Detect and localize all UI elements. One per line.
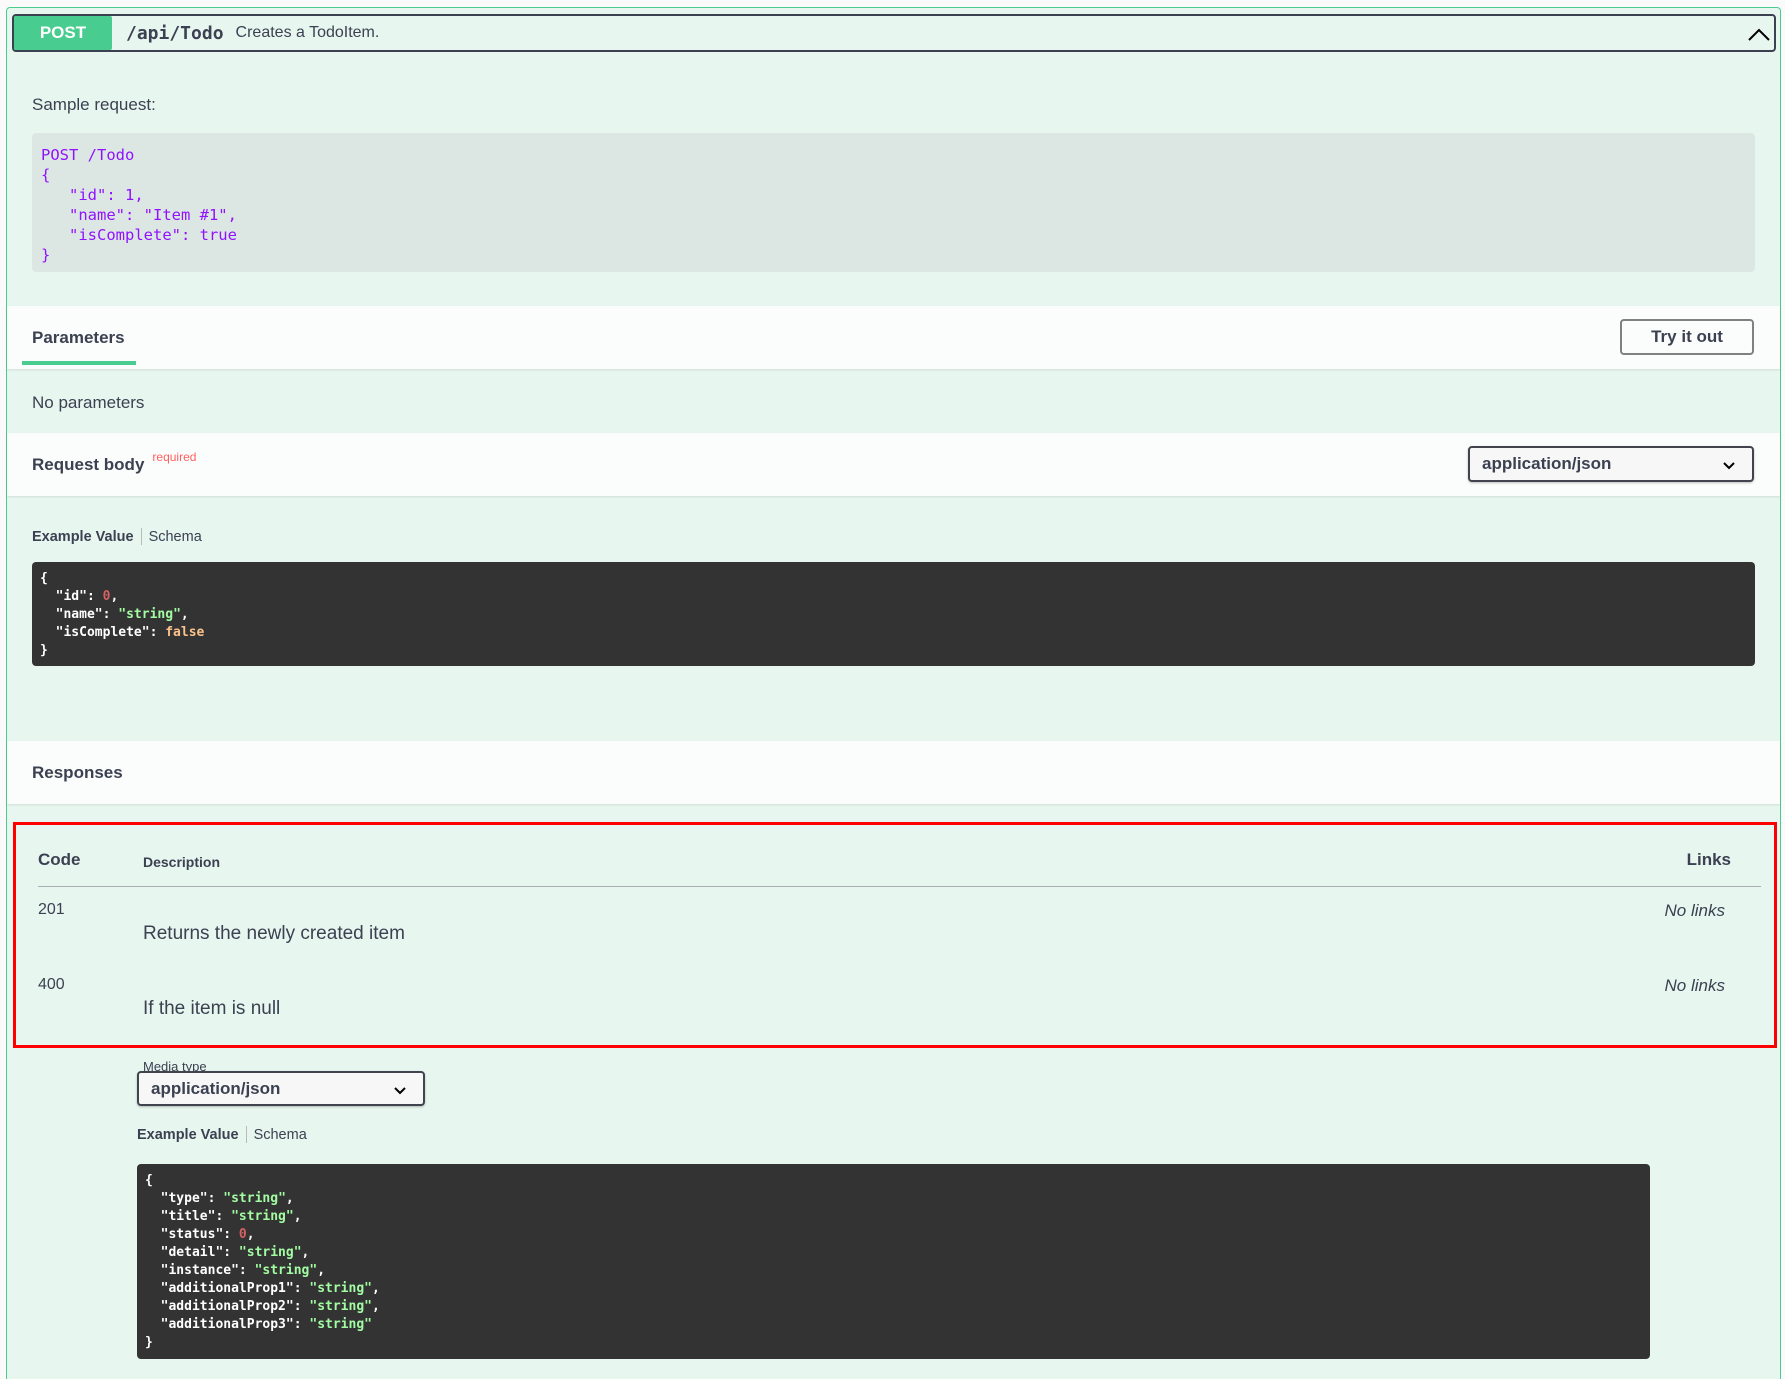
operation-block-post-todo: POST /api/Todo Creates a TodoItem. Sampl…: [6, 7, 1781, 1379]
code-line: "additionalProp1": "string",: [145, 1281, 380, 1296]
tab-example-value[interactable]: Example Value: [137, 1127, 239, 1143]
try-it-out-button[interactable]: Try it out: [1620, 319, 1754, 355]
no-parameters-text: No parameters: [32, 393, 145, 412]
code-line: "additionalProp3": "string": [145, 1317, 372, 1332]
request-body-section-header: Request body required application/json: [7, 433, 1780, 496]
tab-schema[interactable]: Schema: [149, 529, 202, 545]
operation-summary[interactable]: POST /api/Todo Creates a TodoItem.: [12, 14, 1776, 52]
code-line: "instance": "string",: [145, 1263, 326, 1278]
chevron-up-icon[interactable]: [1746, 22, 1772, 46]
code-line: "isComplete": false: [40, 625, 205, 640]
tab-example-value[interactable]: Example Value: [32, 529, 134, 545]
code-line: "status": 0,: [145, 1227, 255, 1242]
code-line: {: [145, 1173, 153, 1188]
code-line: "detail": "string",: [145, 1245, 310, 1260]
required-badge: required: [152, 449, 197, 464]
response-example-code: { "type": "string", "title": "string", "…: [137, 1164, 1650, 1359]
sample-request-code: POST /Todo { "id": 1, "name": "Item #1",…: [32, 133, 1755, 272]
responses-section-header: Responses: [7, 741, 1780, 804]
operation-path: /api/Todo: [126, 22, 224, 44]
code-line: "additionalProp2": "string",: [145, 1299, 380, 1314]
tab-schema[interactable]: Schema: [254, 1127, 307, 1143]
code-line: "title": "string",: [145, 1209, 302, 1224]
responses-title: Responses: [32, 762, 123, 782]
tab-separator: [140, 528, 142, 545]
response-media-type-value: application/json: [151, 1078, 281, 1098]
request-example-code: { "id": 0, "name": "string", "isComplete…: [32, 562, 1755, 666]
request-example-tabs: Example Value Schema: [32, 528, 202, 545]
chevron-down-icon: [1722, 457, 1736, 471]
method-badge: POST: [14, 16, 112, 50]
active-tab-indicator: [22, 361, 136, 365]
tab-parameters[interactable]: Parameters: [32, 328, 125, 348]
code-line: {: [40, 571, 48, 586]
response-example-tabs: Example Value Schema: [137, 1126, 307, 1143]
highlight-box: [13, 822, 1777, 1048]
sample-request-label: Sample request:: [32, 95, 156, 114]
response-media-type-select[interactable]: application/json: [137, 1071, 425, 1106]
request-content-type-select[interactable]: application/json: [1468, 446, 1754, 482]
request-body-title: Request body required: [32, 450, 196, 475]
tab-separator: [245, 1126, 247, 1143]
chevron-down-icon: [393, 1082, 407, 1096]
code-line: "type": "string",: [145, 1191, 294, 1206]
code-line: }: [145, 1335, 153, 1350]
request-content-type-value: application/json: [1482, 454, 1612, 473]
code-line: "name": "string",: [40, 607, 189, 622]
code-line: }: [40, 643, 48, 658]
request-body-label: Request body: [32, 454, 145, 474]
parameters-section-header: Parameters Try it out: [7, 306, 1780, 369]
operation-description: Creates a TodoItem.: [235, 24, 380, 41]
code-line: "id": 0,: [40, 589, 119, 604]
